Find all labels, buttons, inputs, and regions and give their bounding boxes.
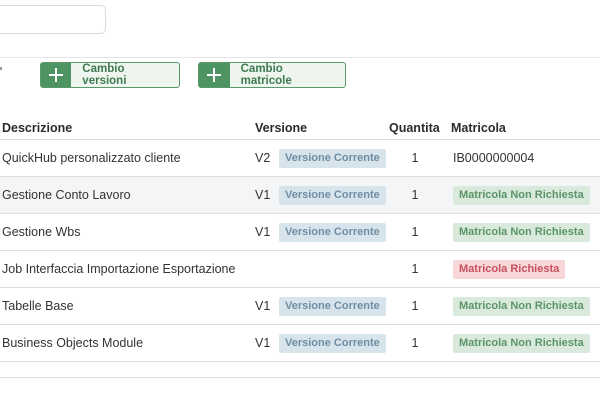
cell-descrizione: Gestione Wbs	[2, 225, 81, 239]
plus-icon-wrapper	[41, 63, 72, 87]
matricola-status-badge: Matricola Non Richiesta	[453, 296, 590, 316]
cambio-versioni-label: Cambio versioni	[82, 63, 127, 87]
header-descrizione[interactable]: Descrizione	[2, 121, 72, 135]
table-row[interactable]: QuickHub personalizzato cliente V2 Versi…	[0, 140, 600, 177]
table-header: Descrizione Versione Quantita Matricola	[0, 118, 600, 140]
version-status-badge: Versione Corrente	[279, 185, 386, 205]
cell-quantita: 1	[411, 299, 419, 313]
cell-quantita: 1	[411, 225, 419, 239]
plus-icon-wrapper	[199, 63, 230, 87]
drag-handle-mark	[0, 67, 2, 70]
cell-matricola: Matricola Non Richiesta	[453, 288, 590, 324]
table-row[interactable]: Tabelle Base V1 Versione Corrente 1 Matr…	[0, 288, 600, 325]
cell-quantita: 1	[411, 336, 419, 350]
plus-icon	[49, 68, 64, 82]
cambio-versioni-button[interactable]: Cambio versioni	[40, 62, 180, 88]
cell-matricola: Matricola Non Richiesta	[453, 325, 590, 361]
header-versione[interactable]: Versione	[255, 121, 307, 135]
version-status-badge: Versione Corrente	[279, 148, 386, 168]
version-status-badge: Versione Corrente	[279, 333, 386, 353]
cell-descrizione: Tabelle Base	[2, 299, 74, 313]
cell-matricola: Matricola Non Richiesta	[453, 177, 590, 213]
cell-versione: V1 Versione Corrente	[255, 214, 386, 250]
table-row[interactable]: Gestione Wbs V1 Versione Corrente 1 Matr…	[0, 214, 600, 251]
version-code: V1	[255, 299, 271, 313]
header-quantita[interactable]: Quantita	[389, 121, 440, 135]
cell-descrizione: Job Interfaccia Importazione Esportazion…	[2, 262, 236, 276]
matricola-value: IB0000000004	[453, 151, 535, 165]
cambio-matricole-label: Cambio matricole	[240, 63, 292, 87]
cell-descrizione: QuickHub personalizzato cliente	[2, 151, 181, 165]
cell-descrizione: Gestione Conto Lavoro	[2, 188, 131, 202]
cell-versione: V2 Versione Corrente	[255, 140, 386, 176]
cell-versione: V1 Versione Corrente	[255, 288, 386, 324]
cell-matricola: Matricola Richiesta	[453, 251, 566, 287]
toolbar-divider	[0, 57, 600, 58]
cell-descrizione: Business Objects Module	[2, 336, 144, 350]
header-matricola[interactable]: Matricola	[451, 121, 506, 135]
version-status-badge: Versione Corrente	[279, 222, 386, 242]
cell-matricola: Matricola Non Richiesta	[453, 214, 590, 250]
cell-quantita: 1	[411, 151, 419, 165]
version-code: V1	[255, 336, 271, 350]
table-row[interactable]: Gestione Conto Lavoro V1 Versione Corren…	[0, 177, 600, 214]
matricola-status-badge: Matricola Non Richiesta	[453, 333, 590, 353]
matricola-status-badge: Matricola Non Richiesta	[453, 185, 590, 205]
filter-input[interactable]	[0, 5, 106, 34]
components-table: Descrizione Versione Quantita Matricola …	[0, 118, 600, 362]
version-code: V2	[255, 151, 271, 165]
cell-quantita: 1	[411, 188, 419, 202]
cell-versione: V1 Versione Corrente	[255, 177, 386, 213]
table-row[interactable]: Business Objects Module V1 Versione Corr…	[0, 325, 600, 362]
plus-icon	[207, 68, 222, 82]
matricola-status-badge: Matricola Richiesta	[453, 259, 566, 279]
version-status-badge: Versione Corrente	[279, 296, 386, 316]
version-code: V1	[255, 225, 271, 239]
cambio-matricole-button[interactable]: Cambio matricole	[198, 62, 346, 88]
version-code: V1	[255, 188, 271, 202]
matricola-status-badge: Matricola Non Richiesta	[453, 222, 590, 242]
cell-versione: V1 Versione Corrente	[255, 325, 386, 361]
cell-quantita: 1	[411, 262, 419, 276]
table-bottom-divider	[0, 377, 600, 378]
cell-matricola: IB0000000004	[453, 140, 534, 176]
table-row[interactable]: Job Interfaccia Importazione Esportazion…	[0, 251, 600, 288]
